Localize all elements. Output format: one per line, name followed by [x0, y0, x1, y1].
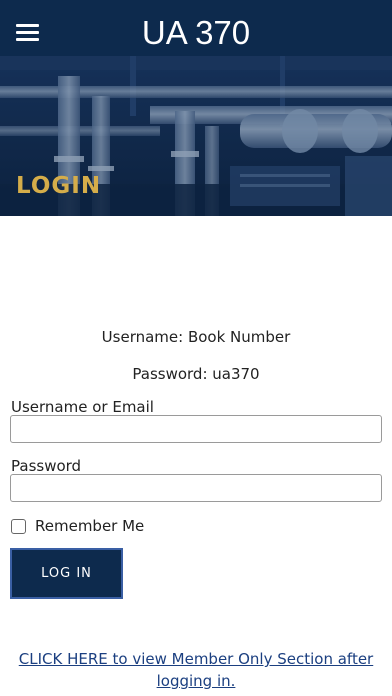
page-heading: LOGIN	[16, 173, 102, 199]
app-title: UA 370	[141, 14, 251, 51]
password-label: Password	[11, 457, 82, 475]
member-section-link[interactable]: CLICK HERE to view Member Only Section a…	[10, 648, 382, 692]
username-input[interactable]	[10, 415, 382, 443]
password-hint: Password: ua370	[132, 365, 260, 383]
password-input[interactable]	[10, 474, 382, 502]
remember-me-row[interactable]: Remember Me	[11, 515, 144, 537]
username-hint: Username: Book Number	[101, 328, 291, 346]
username-label: Username or Email	[11, 398, 154, 416]
app-header: UA 370	[0, 0, 392, 56]
login-button[interactable]: LOG IN	[10, 548, 123, 599]
remember-me-checkbox[interactable]	[11, 518, 26, 534]
hero-banner: LOGIN	[0, 56, 392, 216]
remember-me-label: Remember Me	[35, 517, 145, 535]
